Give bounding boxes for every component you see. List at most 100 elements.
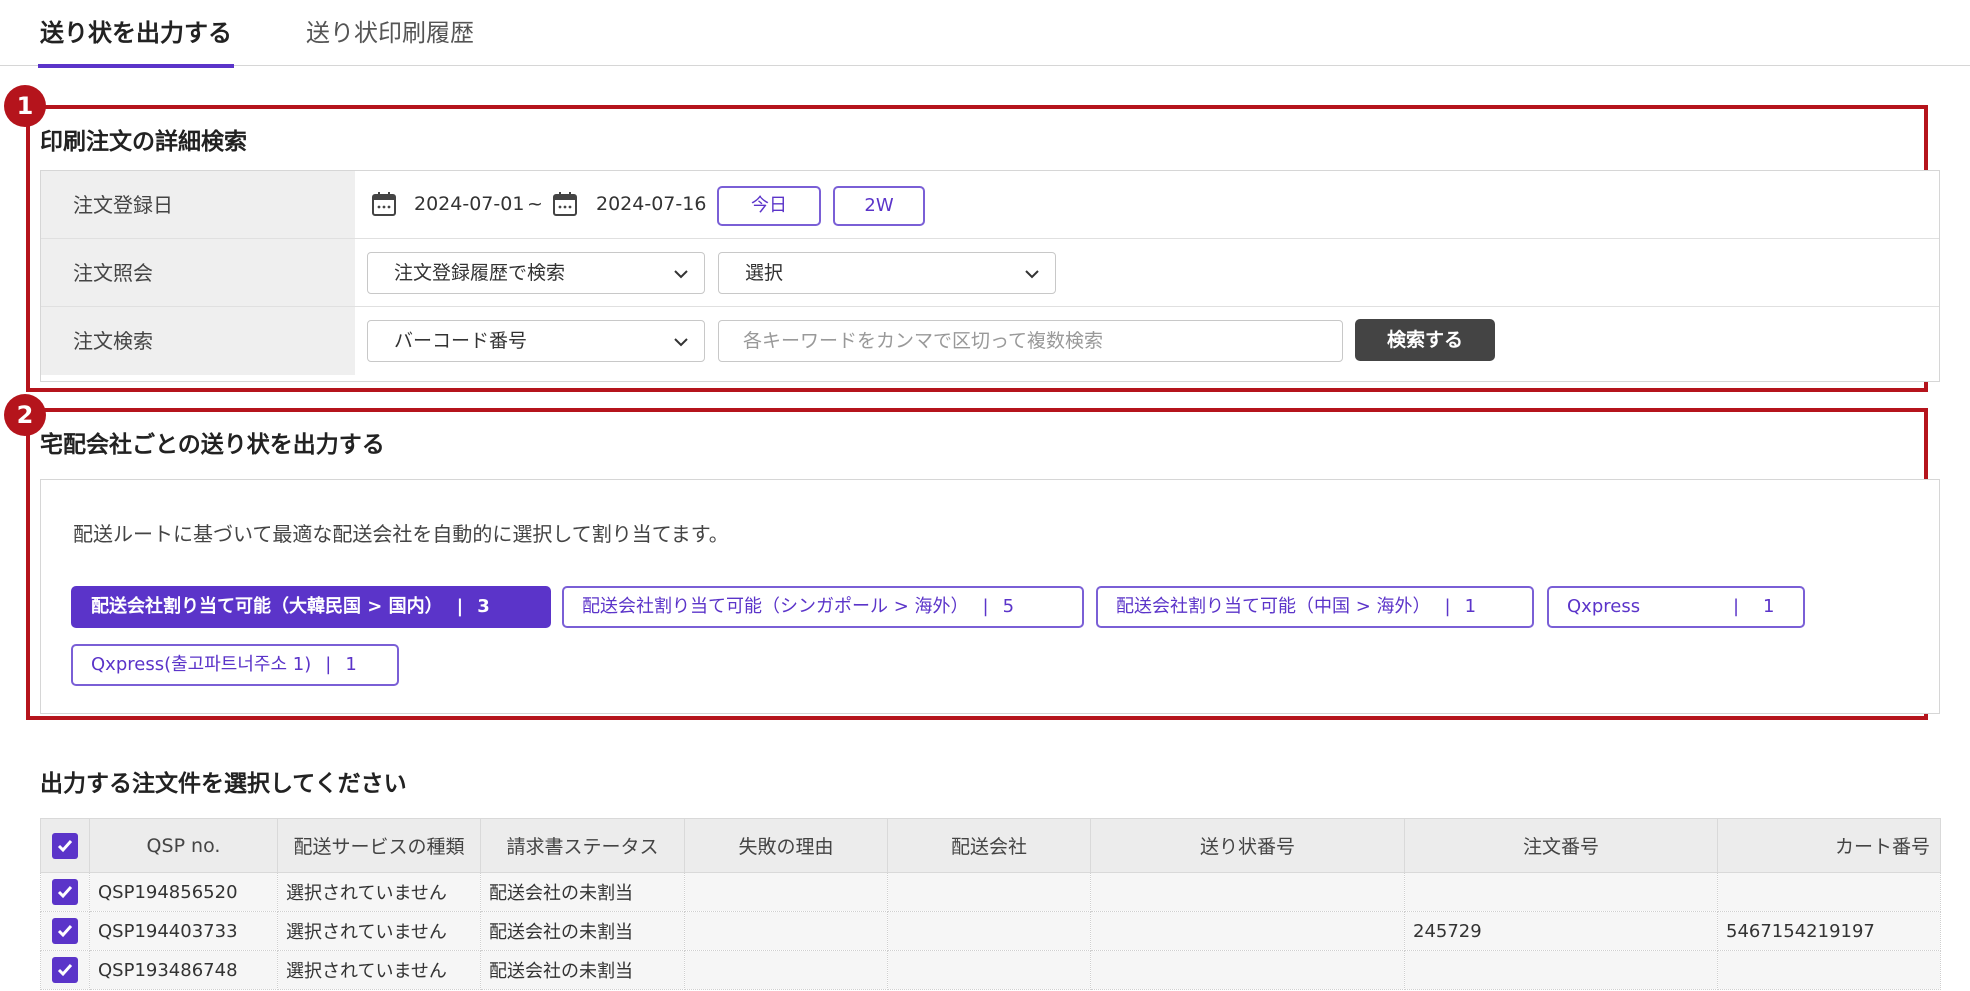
row-select-cell	[40, 911, 90, 951]
lookup-option-value: 選択	[745, 262, 784, 284]
courier-chip-korea-domestic[interactable]: 配送会社割り当て可能（大韓民国 > 国内） | 3	[71, 586, 551, 628]
select-all-cell	[40, 818, 90, 873]
chip-label: 配送会社割り当て可能（大韓民国 > 国内）	[91, 596, 443, 617]
search-field-value: バーコード番号	[394, 330, 528, 352]
cell-invoice-status: 配送会社の未割当	[480, 950, 685, 990]
tab-print-history[interactable]: 送り状印刷履歴	[306, 14, 474, 66]
check-icon	[57, 886, 73, 899]
cell-cart-no	[1717, 872, 1941, 912]
cell-invoice-status: 配送会社の未割当	[480, 872, 685, 912]
order-search-label: 注文検索	[41, 307, 355, 375]
cell-cart-no: 5467154219197	[1717, 911, 1941, 951]
check-icon	[57, 925, 73, 938]
cell-failure-reason	[684, 872, 888, 912]
date-to[interactable]: 2024-07-16	[596, 193, 706, 215]
courier-chip-qxpress-partner[interactable]: Qxpress(출고파트너주소 1) | 1	[71, 644, 399, 686]
cell-qsp-no: QSP194856520	[89, 872, 278, 912]
column-header[interactable]: 送り状番号	[1090, 818, 1405, 873]
chevron-down-icon	[674, 270, 688, 279]
cell-courier	[887, 872, 1091, 912]
cell-order-no	[1404, 950, 1718, 990]
form-row-date: 注文登録日 2024-07-01 ~ 2024-07-16 今日 2W	[41, 171, 1939, 239]
keyword-input[interactable]: 各キーワードをカンマで区切って複数検索	[718, 320, 1343, 362]
cell-tracking-no	[1090, 950, 1405, 990]
courier-section-title: 宅配会社ごとの送り状を出力する	[40, 432, 385, 458]
table-row[interactable]: QSP193486748 選択されていません 配送会社の未割当	[40, 950, 1941, 990]
cell-cart-no	[1717, 950, 1941, 990]
cell-tracking-no	[1090, 872, 1405, 912]
cell-qsp-no: QSP193486748	[89, 950, 278, 990]
check-icon	[57, 964, 73, 977]
lookup-type-value: 注文登録履歴で検索	[394, 262, 566, 284]
cell-shipping-service: 選択されていません	[277, 911, 481, 951]
courier-description: 配送ルートに基づいて最適な配送会社を自動的に選択して割り当てます。	[73, 522, 729, 546]
table-header-row: QSP no. 配送サービスの種類 請求書ステータス 失敗の理由 配送会社 送り…	[40, 818, 1941, 873]
cell-courier	[887, 950, 1091, 990]
column-header[interactable]: カート番号	[1717, 818, 1941, 873]
lookup-type-select[interactable]: 注文登録履歴で検索	[367, 252, 705, 294]
orders-section-title: 出力する注文件を選択してください	[40, 771, 407, 797]
courier-chip-singapore-overseas[interactable]: 配送会社割り当て可能（シンガポール > 海外） | 5	[562, 586, 1084, 628]
chip-count: 1	[1763, 596, 1775, 617]
search-button[interactable]: 検索する	[1355, 319, 1495, 361]
cell-shipping-service: 選択されていません	[277, 872, 481, 912]
chip-label: 配送会社割り当て可能（中国 > 海外）	[1116, 596, 1431, 617]
annotation-badge-1: 1	[4, 85, 46, 127]
cell-qsp-no: QSP194403733	[89, 911, 278, 951]
chip-count: 5	[1002, 596, 1015, 617]
courier-panel: 配送ルートに基づいて最適な配送会社を自動的に選択して割り当てます。 配送会社割り…	[40, 479, 1940, 714]
cell-failure-reason	[684, 911, 888, 951]
column-header[interactable]: 失敗の理由	[684, 818, 888, 873]
row-select-cell	[40, 872, 90, 912]
calendar-icon[interactable]	[371, 191, 397, 217]
courier-chip-qxpress[interactable]: Qxpress | 1	[1547, 586, 1805, 628]
chip-label: 配送会社割り当て可能（シンガポール > 海外）	[582, 596, 969, 617]
search-field-select[interactable]: バーコード番号	[367, 320, 705, 362]
form-row-lookup: 注文照会 注文登録履歴で検索 選択	[41, 239, 1939, 307]
date-from[interactable]: 2024-07-01	[414, 193, 524, 215]
chevron-down-icon	[1025, 270, 1039, 279]
search-form: 注文登録日 2024-07-01 ~ 2024-07-16 今日 2W 注文照会…	[40, 170, 1940, 382]
search-section-title: 印刷注文の詳細検索	[40, 129, 247, 155]
tab-bar: 送り状を出力する 送り状印刷履歴	[0, 0, 1970, 68]
order-date-label: 注文登録日	[41, 171, 355, 238]
chevron-down-icon	[674, 338, 688, 347]
select-all-checkbox[interactable]	[52, 832, 78, 859]
row-checkbox[interactable]	[52, 957, 78, 983]
two-week-button[interactable]: 2W	[833, 186, 925, 226]
cell-tracking-no	[1090, 911, 1405, 951]
column-header[interactable]: QSP no.	[89, 818, 278, 873]
order-lookup-label: 注文照会	[41, 239, 355, 306]
cell-invoice-status: 配送会社の未割当	[480, 911, 685, 951]
row-checkbox[interactable]	[52, 918, 78, 944]
row-checkbox[interactable]	[52, 879, 78, 905]
cell-order-no: 245729	[1404, 911, 1718, 951]
today-button[interactable]: 今日	[717, 186, 821, 226]
check-icon	[57, 839, 73, 852]
column-header[interactable]: 請求書ステータス	[480, 818, 685, 873]
chip-count: 3	[477, 596, 490, 617]
form-row-keyword: 注文検索 バーコード番号 各キーワードをカンマで区切って複数検索 検索する	[41, 307, 1939, 375]
tab-print-invoice[interactable]: 送り状を出力する	[38, 14, 234, 68]
chip-count: 1	[1464, 596, 1477, 617]
column-header[interactable]: 注文番号	[1404, 818, 1718, 873]
column-header[interactable]: 配送会社	[887, 818, 1091, 873]
chip-count: 1	[345, 654, 357, 675]
cell-shipping-service: 選択されていません	[277, 950, 481, 990]
chip-separator: |	[1733, 596, 1740, 617]
cell-order-no	[1404, 872, 1718, 912]
table-row[interactable]: QSP194403733 選択されていません 配送会社の未割当 245729 5…	[40, 911, 1941, 951]
cell-courier	[887, 911, 1091, 951]
calendar-icon[interactable]	[552, 191, 578, 217]
table-row[interactable]: QSP194856520 選択されていません 配送会社の未割当	[40, 872, 1941, 912]
cell-failure-reason	[684, 950, 888, 990]
orders-table-wrapper: QSP no. 配送サービスの種類 請求書ステータス 失敗の理由 配送会社 送り…	[40, 818, 1941, 990]
row-select-cell	[40, 950, 90, 990]
lookup-option-select[interactable]: 選択	[718, 252, 1056, 294]
courier-chip-china-overseas[interactable]: 配送会社割り当て可能（中国 > 海外） | 1	[1096, 586, 1534, 628]
date-separator: ~	[527, 193, 543, 215]
chip-label: Qxpress(출고파트너주소 1)	[91, 654, 312, 675]
chip-label: Qxpress	[1567, 596, 1641, 617]
column-header[interactable]: 配送サービスの種類	[277, 818, 481, 873]
orders-table: QSP no. 配送サービスの種類 請求書ステータス 失敗の理由 配送会社 送り…	[40, 818, 1941, 990]
